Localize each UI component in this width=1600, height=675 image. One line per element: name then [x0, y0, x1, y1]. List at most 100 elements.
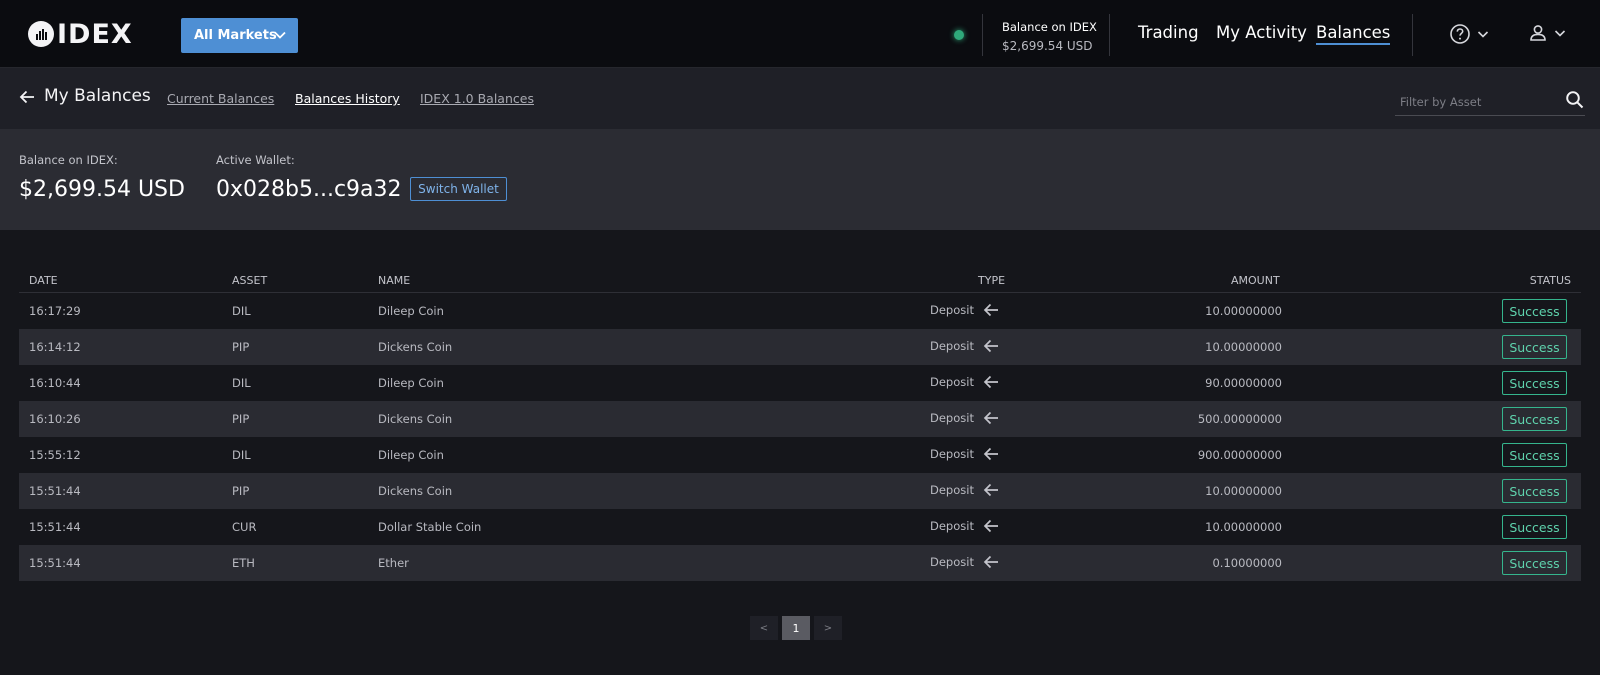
arrow-left-icon: [19, 90, 34, 104]
nav-my-activity[interactable]: My Activity: [1216, 23, 1307, 42]
search-icon: [1566, 91, 1584, 109]
row-type: Deposit: [930, 445, 1000, 463]
row-date: 16:17:29: [29, 304, 81, 318]
table-row[interactable]: 15:51:44 PIP Dickens Coin Deposit 10.000…: [19, 473, 1581, 509]
balance-value: $2,699.54 USD: [19, 177, 185, 202]
row-date: 16:14:12: [29, 340, 81, 354]
chevron-down-icon: [274, 31, 286, 39]
status-badge: Success: [1502, 515, 1567, 539]
arrow-left-icon: [983, 555, 998, 569]
logo-text: IDEX: [57, 18, 133, 50]
row-name: Dollar Stable Coin: [378, 520, 482, 534]
account-menu-button[interactable]: [1528, 23, 1566, 43]
row-name: Dileep Coin: [378, 376, 444, 390]
row-name: Dickens Coin: [378, 484, 453, 498]
balances-history-table: DATE ASSET NAME TYPE AMOUNT STATUS 16:17…: [19, 272, 1581, 581]
tab-current-balances[interactable]: Current Balances: [167, 91, 274, 106]
row-type: Deposit: [930, 337, 1000, 355]
row-asset: PIP: [232, 412, 250, 426]
nav-balances[interactable]: Balances: [1316, 23, 1391, 45]
row-type: Deposit: [930, 481, 1000, 499]
status-badge: Success: [1502, 443, 1567, 467]
row-type-label: Deposit: [930, 483, 974, 497]
row-date: 15:51:44: [29, 484, 81, 498]
row-amount: 500.00000000: [1197, 412, 1282, 426]
idex-logo-icon: [28, 21, 54, 47]
header-balance-value: $2,699.54 USD: [1002, 39, 1093, 53]
arrow-left-icon: [983, 447, 998, 461]
row-name: Dileep Coin: [378, 448, 444, 462]
header-balance-label: Balance on IDEX: [1002, 20, 1097, 34]
header-balance: Balance on IDEX $2,699.54 USD: [1002, 20, 1097, 53]
back-button[interactable]: [18, 88, 36, 110]
sub-header: My Balances Current Balances Balances Hi…: [0, 68, 1600, 129]
status-badge: Success: [1502, 299, 1567, 323]
switch-wallet-button[interactable]: Switch Wallet: [410, 177, 507, 201]
active-wallet-label: Active Wallet:: [216, 153, 295, 167]
row-type: Deposit: [930, 373, 1000, 391]
row-date: 16:10:26: [29, 412, 81, 426]
row-asset: DIL: [232, 304, 251, 318]
row-asset: DIL: [232, 376, 251, 390]
table-row[interactable]: 15:51:44 ETH Ether Deposit 0.10000000 Su…: [19, 545, 1581, 581]
row-date: 15:51:44: [29, 520, 81, 534]
row-asset: CUR: [232, 520, 257, 534]
row-amount: 900.00000000: [1197, 448, 1282, 462]
chevron-down-icon: [1477, 31, 1489, 38]
row-name: Dileep Coin: [378, 304, 444, 318]
page-1-button[interactable]: 1: [782, 616, 810, 640]
user-icon: [1530, 25, 1546, 41]
tab-idex-1-balances[interactable]: IDEX 1.0 Balances: [420, 91, 534, 106]
prev-page-button[interactable]: <: [750, 616, 778, 640]
all-markets-button[interactable]: All Markets: [181, 18, 298, 53]
idex-logo[interactable]: IDEX: [28, 18, 133, 50]
column-header-name: NAME: [378, 274, 411, 287]
row-type-label: Deposit: [930, 519, 974, 533]
balance-label: Balance on IDEX:: [19, 153, 118, 167]
help-menu-button[interactable]: [1449, 23, 1489, 45]
status-badge: Success: [1502, 407, 1567, 431]
table-row[interactable]: 15:51:44 CUR Dollar Stable Coin Deposit …: [19, 509, 1581, 545]
row-amount: 10.00000000: [1205, 340, 1282, 354]
chevron-down-icon: [1554, 30, 1566, 37]
divider: [1109, 14, 1110, 56]
row-asset: ETH: [232, 556, 255, 570]
row-date: 15:51:44: [29, 556, 81, 570]
status-badge: Success: [1502, 479, 1567, 503]
table-row[interactable]: 16:10:26 PIP Dickens Coin Deposit 500.00…: [19, 401, 1581, 437]
status-badge: Success: [1502, 551, 1567, 575]
row-type-label: Deposit: [930, 411, 974, 425]
top-nav-bar: IDEX All Markets Balance on IDEX $2,699.…: [0, 0, 1600, 68]
help-icon: [1450, 24, 1470, 44]
status-badge: Success: [1502, 371, 1567, 395]
table-row[interactable]: 15:55:12 DIL Dileep Coin Deposit 900.000…: [19, 437, 1581, 473]
active-wallet-address: 0x028b5...c9a32: [216, 177, 402, 202]
row-type-label: Deposit: [930, 555, 974, 569]
filter-by-asset: [1395, 88, 1585, 116]
next-page-button[interactable]: >: [814, 616, 842, 640]
row-name: Dickens Coin: [378, 412, 453, 426]
row-asset: PIP: [232, 484, 250, 498]
row-type-label: Deposit: [930, 375, 974, 389]
arrow-left-icon: [983, 339, 998, 353]
status-badge: Success: [1502, 335, 1567, 359]
connection-status-indicator: [954, 30, 964, 40]
tab-balances-history[interactable]: Balances History: [295, 91, 400, 106]
table-row[interactable]: 16:10:44 DIL Dileep Coin Deposit 90.0000…: [19, 365, 1581, 401]
arrow-left-icon: [983, 411, 998, 425]
table-row[interactable]: 16:14:12 PIP Dickens Coin Deposit 10.000…: [19, 329, 1581, 365]
row-type-label: Deposit: [930, 303, 974, 317]
search-button[interactable]: [1565, 90, 1585, 114]
row-type: Deposit: [930, 301, 1000, 319]
divider: [982, 14, 983, 56]
column-header-amount: AMOUNT: [1231, 274, 1280, 287]
row-type: Deposit: [930, 517, 1000, 535]
arrow-left-icon: [983, 483, 998, 497]
nav-trading[interactable]: Trading: [1138, 23, 1199, 42]
row-asset: PIP: [232, 340, 250, 354]
row-amount: 10.00000000: [1205, 520, 1282, 534]
table-row[interactable]: 16:17:29 DIL Dileep Coin Deposit 10.0000…: [19, 293, 1581, 329]
row-amount: 90.00000000: [1205, 376, 1282, 390]
row-amount: 10.00000000: [1205, 484, 1282, 498]
filter-asset-input[interactable]: [1395, 88, 1555, 115]
